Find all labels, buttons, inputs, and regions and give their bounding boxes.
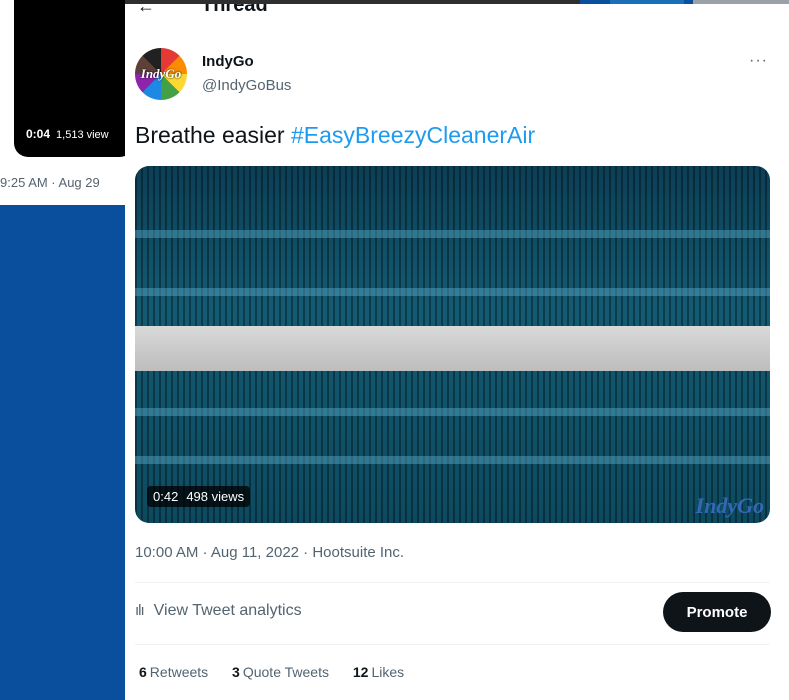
tweet-timestamp[interactable]: 10:00 AM · Aug 11, 2022 · Hootsuite Inc. <box>135 544 404 561</box>
quote-tweets-stat[interactable]: 3 Quote Tweets <box>232 664 329 680</box>
video-stripe <box>135 230 770 238</box>
background-tweet-timestamp[interactable]: 9:25 AM · Aug 29 <box>0 175 100 190</box>
author-handle[interactable]: @IndyGoBus <box>202 77 291 94</box>
tweet-text: Breathe easier #EasyBreezyCleanerAir <box>135 122 535 149</box>
video-band <box>135 326 770 371</box>
video-stripe <box>135 456 770 464</box>
retweets-stat[interactable]: 6 Retweets <box>139 664 208 680</box>
tweet-stats: 6 Retweets 3 Quote Tweets 12 Likes <box>139 664 424 680</box>
more-horizontal-icon[interactable]: ··· <box>749 52 768 70</box>
background-video-overlay: 0:04 1,513 view <box>26 127 109 141</box>
quotes-count: 3 <box>232 664 240 680</box>
avatar[interactable]: IndyGo <box>135 48 187 100</box>
tweet-video[interactable]: 0:42 498 views IndyGo <box>135 166 770 523</box>
analytics-label: View Tweet analytics <box>153 602 302 619</box>
promote-button[interactable]: Promote <box>663 592 771 632</box>
thread-dialog: ← Thread IndyGo IndyGo @IndyGoBus ··· Br… <box>125 4 789 700</box>
background-video-duration: 0:04 <box>26 127 51 141</box>
background-tweet-video[interactable]: 0:04 1,513 view <box>14 0 134 157</box>
author-name[interactable]: IndyGo <box>202 53 254 70</box>
hashtag-link[interactable]: #EasyBreezyCleanerAir <box>291 122 535 148</box>
likes-stat[interactable]: 12 Likes <box>353 664 404 680</box>
video-info-badge: 0:42 498 views <box>147 486 251 507</box>
video-stripe <box>135 408 770 416</box>
divider <box>135 644 770 645</box>
arrow-left-icon[interactable]: ← <box>137 4 155 17</box>
view-analytics-link[interactable]: ılı View Tweet analytics <box>135 602 302 620</box>
background-tweet-card: 0:04 1,513 view 9:25 AM · Aug 29 <box>0 0 134 205</box>
page-title: Thread <box>201 4 268 16</box>
likes-label: Likes <box>371 664 405 680</box>
retweets-count: 6 <box>139 664 147 680</box>
tweet-text-plain: Breathe easier <box>135 122 291 148</box>
bar-chart-icon: ılı <box>135 602 145 619</box>
background-video-views: 1,513 view <box>56 129 109 141</box>
retweets-label: Retweets <box>149 664 209 680</box>
video-watermark: IndyGo <box>695 493 764 518</box>
video-views: 498 views <box>186 489 245 504</box>
video-stripe <box>135 288 770 296</box>
divider <box>135 582 770 583</box>
likes-count: 12 <box>352 664 369 680</box>
quotes-label: Quote Tweets <box>242 664 329 680</box>
avatar-logo: IndyGo <box>140 66 182 81</box>
video-duration: 0:42 <box>153 489 179 504</box>
